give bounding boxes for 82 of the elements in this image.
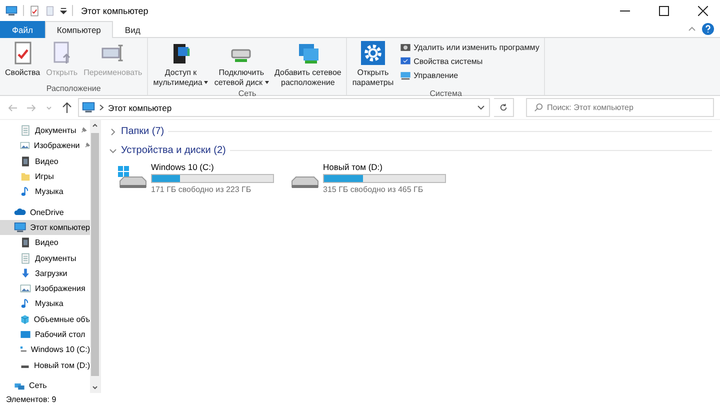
free-space-text: 315 ГБ свободно из 465 ГБ	[323, 185, 424, 194]
ribbon-button[interactable]: Открыть параметры	[350, 39, 396, 88]
computer-icon[interactable]	[5, 4, 18, 16]
search-field[interactable]: Поиск: Этот компьютер	[526, 98, 714, 117]
ribbon-button[interactable]: Добавить сетевое расположение	[272, 39, 344, 88]
window-title: Этот компьютер	[81, 6, 148, 16]
arrow-right-icon	[26, 102, 36, 112]
section-header[interactable]: Папки (7)	[109, 124, 712, 139]
sidebar-item[interactable]: Объемные объ	[0, 312, 90, 327]
monitor-check-icon	[400, 56, 411, 67]
sidebar-item[interactable]: Рабочий стол	[0, 326, 90, 342]
drive-name: Windows 10 (C:)	[151, 162, 215, 172]
sidebar-item[interactable]: Музыка	[0, 184, 90, 200]
chevron-right-icon	[109, 128, 117, 136]
close-icon	[698, 6, 708, 16]
sidebar-item[interactable]: Изображения	[0, 280, 90, 296]
ribbon-button[interactable]: Удалить или изменить программу	[398, 41, 542, 54]
help-icon[interactable]	[702, 23, 714, 35]
sidebar-item[interactable]: OneDrive	[0, 204, 90, 220]
document-icon	[20, 125, 31, 136]
computer-icon	[14, 220, 26, 234]
sidebar-item[interactable]: Документы	[0, 250, 90, 266]
section-header[interactable]: Устройства и диски (2)	[109, 143, 712, 158]
music-note-icon	[20, 186, 31, 198]
sidebar-item[interactable]: Загрузки	[0, 266, 90, 281]
desktop-icon	[20, 329, 31, 340]
chevron-down-icon[interactable]	[92, 386, 98, 390]
sidebar-item[interactable]: Этот компьютер	[0, 220, 90, 236]
picture-icon	[20, 283, 31, 294]
sidebar-item[interactable]: Новый том (D:)	[0, 357, 90, 373]
sidebar-item[interactable]: Видео	[0, 154, 90, 169]
music-note-icon	[20, 298, 31, 310]
scrollbar[interactable]	[90, 120, 100, 393]
computer-manage-icon	[400, 70, 411, 81]
group-label: Система	[428, 88, 463, 99]
group-label: Расположение	[45, 83, 102, 95]
sidebar-item[interactable]: Музыка	[0, 296, 90, 312]
sidebar-item[interactable]: Изображени	[0, 138, 90, 154]
refresh-icon	[499, 103, 508, 112]
film-icon	[20, 156, 31, 167]
dropdown-icon[interactable]	[60, 6, 67, 14]
search-icon	[534, 103, 543, 112]
ribbon-tab[interactable]: Файл	[0, 21, 45, 38]
group-label: Сеть	[237, 88, 258, 99]
computer-icon	[82, 101, 95, 114]
settings-icon	[360, 41, 385, 65]
ribbon-button[interactable]: Управление	[398, 69, 542, 82]
ribbon-button[interactable]: Свойства системы	[398, 55, 542, 68]
arrow-left-icon	[8, 102, 18, 112]
sidebar-item[interactable]: Сеть	[0, 378, 90, 393]
free-space-text: 171 ГБ свободно из 223 ГБ	[151, 185, 252, 194]
sidebar-item[interactable]: Игры	[0, 168, 90, 184]
arrow-up-icon	[62, 102, 72, 113]
picture-icon	[20, 140, 30, 152]
up-button[interactable]	[60, 100, 74, 116]
sidebar-item[interactable]: Windows 10 (C:)	[0, 342, 90, 358]
chevron-down-icon	[109, 146, 117, 154]
sidebar-item[interactable]: Видео	[0, 235, 90, 250]
download-arrow-icon	[20, 268, 31, 279]
refresh-button[interactable]	[494, 98, 514, 117]
chevron-down-icon	[46, 104, 52, 110]
chevron-up-icon[interactable]	[92, 123, 98, 127]
cube-icon	[20, 314, 30, 325]
folder-icon	[20, 171, 31, 182]
program-box-icon	[400, 42, 411, 53]
maximize-icon	[659, 6, 669, 16]
document-icon	[20, 252, 31, 264]
chevron-down-icon[interactable]	[477, 104, 485, 110]
ribbon-button[interactable]: Подключить сетевой диск	[212, 39, 270, 88]
chevron-up-icon[interactable]	[688, 25, 696, 33]
address-field[interactable]: Этот компьютер	[78, 98, 490, 117]
film-icon	[20, 237, 31, 248]
ribbon-tab[interactable]: Вид	[112, 21, 152, 38]
ribbon-tab[interactable]: Компьютер	[44, 21, 113, 38]
properties-icon[interactable]	[29, 4, 40, 16]
status-text: Элементов: 9	[5, 394, 58, 405]
chevron-right-icon	[99, 104, 104, 111]
ribbon-button[interactable]: Доступ к мультимедиа	[151, 39, 210, 88]
system-drive-icon[interactable]	[117, 165, 147, 191]
ribbon-button[interactable]: Свойства	[3, 39, 42, 83]
sidebar-item[interactable]: Документы	[0, 123, 90, 138]
drive-name: Новый том (D:)	[323, 162, 384, 172]
